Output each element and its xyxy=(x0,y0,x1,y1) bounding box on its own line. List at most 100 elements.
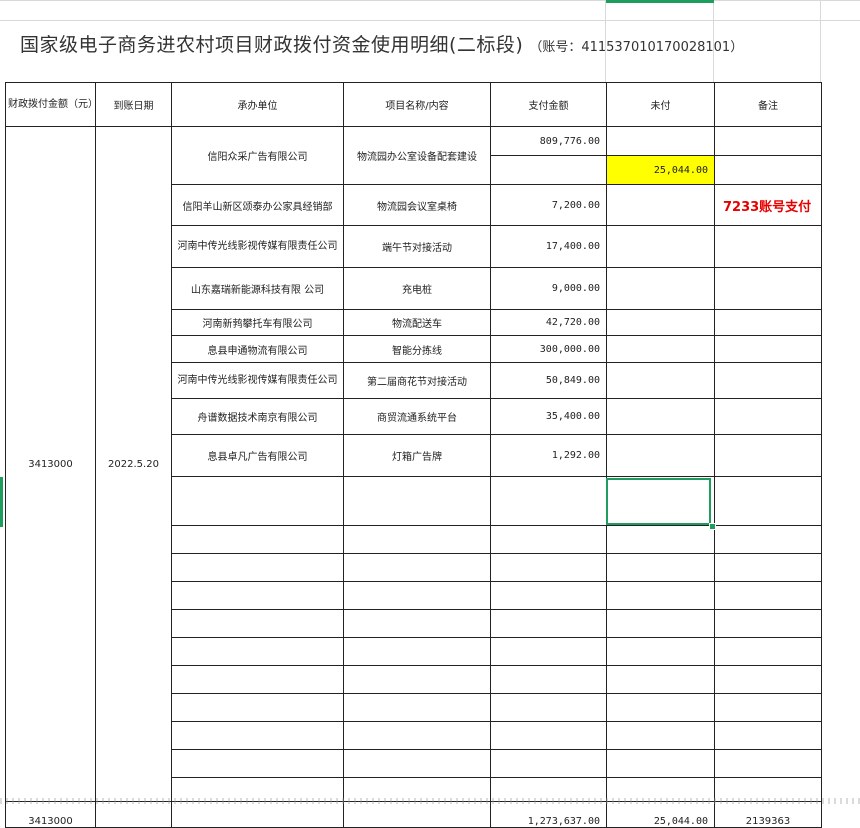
empty-cell[interactable] xyxy=(714,553,822,582)
project-cell[interactable]: 商贸流通系统平台 xyxy=(343,398,491,435)
empty-cell[interactable] xyxy=(490,693,607,722)
header-paid[interactable]: 支付金额 xyxy=(490,82,607,127)
empty-cell[interactable] xyxy=(714,581,822,610)
unit-cell[interactable]: 河南中传光线影视传媒有限责任公司 xyxy=(171,225,344,268)
empty-cell[interactable] xyxy=(606,609,715,638)
empty-cell[interactable] xyxy=(343,581,491,610)
empty-cell[interactable] xyxy=(171,476,344,526)
empty-cell[interactable] xyxy=(606,637,715,666)
project-cell[interactable]: 物流配送车 xyxy=(343,309,491,336)
paid-cell[interactable]: 50,849.00 xyxy=(490,362,607,399)
unit-cell[interactable]: 信阳众采广告有限公司 xyxy=(171,126,344,185)
active-cell-selection[interactable] xyxy=(606,478,711,525)
empty-cell[interactable] xyxy=(714,476,822,526)
empty-cell[interactable] xyxy=(171,721,344,750)
empty-cell[interactable] xyxy=(343,693,491,722)
group-date-cell[interactable]: 2022.5.20 xyxy=(95,126,172,802)
unpaid-cell[interactable] xyxy=(606,398,715,435)
remark-cell[interactable] xyxy=(714,155,822,185)
empty-cell[interactable] xyxy=(490,609,607,638)
unpaid-cell[interactable] xyxy=(606,267,715,310)
paid-cell[interactable]: 300,000.00 xyxy=(490,335,607,363)
paid-cell[interactable]: 809,776.00 xyxy=(490,126,607,156)
total-date-cell[interactable] xyxy=(95,801,172,828)
paid-cell[interactable] xyxy=(490,155,607,185)
empty-cell[interactable] xyxy=(171,553,344,582)
header-funding[interactable]: 财政拨付金额（元） xyxy=(5,82,96,127)
remark-cell[interactable]: 7233账号支付 xyxy=(714,184,822,226)
remark-cell[interactable] xyxy=(714,362,822,399)
project-cell[interactable]: 物流园会议室桌椅 xyxy=(343,184,491,226)
empty-cell[interactable] xyxy=(606,693,715,722)
unpaid-cell[interactable] xyxy=(606,126,715,156)
unit-cell[interactable]: 信阳羊山新区颂泰办公家具经销部 xyxy=(171,184,344,226)
remark-cell[interactable] xyxy=(714,225,822,268)
empty-cell[interactable] xyxy=(606,525,715,554)
header-unit[interactable]: 承办单位 xyxy=(171,82,344,127)
empty-cell[interactable] xyxy=(606,581,715,610)
empty-cell[interactable] xyxy=(343,609,491,638)
empty-cell[interactable] xyxy=(171,609,344,638)
empty-cell[interactable] xyxy=(171,693,344,722)
empty-cell[interactable] xyxy=(714,693,822,722)
empty-cell[interactable] xyxy=(171,749,344,778)
total-paid-cell[interactable]: 1,273,637.00 xyxy=(490,801,607,828)
empty-cell[interactable] xyxy=(606,553,715,582)
empty-cell[interactable] xyxy=(171,581,344,610)
empty-cell[interactable] xyxy=(343,749,491,778)
empty-cell[interactable] xyxy=(343,476,491,526)
empty-cell[interactable] xyxy=(343,553,491,582)
empty-cell[interactable] xyxy=(490,581,607,610)
header-remark[interactable]: 备注 xyxy=(714,82,822,127)
unpaid-cell[interactable] xyxy=(606,335,715,363)
sheet-title[interactable]: 国家级电子商务进农村项目财政拨付资金使用明细(二标段) （账号：411537010… xyxy=(20,30,743,60)
fill-handle[interactable] xyxy=(709,523,716,530)
empty-cell[interactable] xyxy=(343,637,491,666)
group-funding-cell[interactable]: 3413000 xyxy=(5,126,96,802)
remark-cell[interactable] xyxy=(714,126,822,156)
empty-cell[interactable] xyxy=(490,749,607,778)
empty-cell[interactable] xyxy=(171,637,344,666)
remark-cell[interactable] xyxy=(714,434,822,477)
empty-cell[interactable] xyxy=(714,525,822,554)
empty-cell[interactable] xyxy=(490,721,607,750)
paid-cell[interactable]: 42,720.00 xyxy=(490,309,607,336)
unit-cell[interactable]: 河南新鹁攀托车有限公司 xyxy=(171,309,344,336)
project-cell[interactable]: 第二届商花节对接活动 xyxy=(343,362,491,399)
unpaid-cell[interactable] xyxy=(606,362,715,399)
empty-cell[interactable] xyxy=(606,721,715,750)
empty-cell[interactable] xyxy=(606,665,715,694)
unpaid-cell[interactable] xyxy=(606,309,715,336)
unpaid-cell-highlighted[interactable]: 25,044.00 xyxy=(606,155,715,185)
header-unpaid[interactable]: 未付 xyxy=(606,82,715,127)
empty-cell[interactable] xyxy=(490,665,607,694)
unpaid-cell[interactable] xyxy=(606,225,715,268)
remark-cell[interactable] xyxy=(714,309,822,336)
unpaid-cell[interactable] xyxy=(606,434,715,477)
paid-cell[interactable]: 9,000.00 xyxy=(490,267,607,310)
total-remark-cell[interactable]: 2139363 xyxy=(714,801,822,828)
empty-cell[interactable] xyxy=(714,721,822,750)
paid-cell[interactable]: 17,400.00 xyxy=(490,225,607,268)
project-cell[interactable]: 端午节对接活动 xyxy=(343,225,491,268)
empty-cell[interactable] xyxy=(343,721,491,750)
unit-cell[interactable]: 舟谱数据技术南京有限公司 xyxy=(171,398,344,435)
empty-cell[interactable] xyxy=(714,665,822,694)
total-project-cell[interactable] xyxy=(343,801,491,828)
project-cell[interactable]: 智能分拣线 xyxy=(343,335,491,363)
header-project[interactable]: 项目名称/内容 xyxy=(343,82,491,127)
empty-cell[interactable] xyxy=(343,525,491,554)
paid-cell[interactable]: 35,400.00 xyxy=(490,398,607,435)
empty-cell[interactable] xyxy=(343,665,491,694)
empty-cell[interactable] xyxy=(171,665,344,694)
unit-cell[interactable]: 山东嘉瑞新能源科技有限 公司 xyxy=(171,267,344,310)
empty-cell[interactable] xyxy=(171,525,344,554)
empty-cell[interactable] xyxy=(714,749,822,778)
empty-cell[interactable] xyxy=(490,553,607,582)
empty-cell[interactable] xyxy=(714,609,822,638)
empty-cell[interactable] xyxy=(490,525,607,554)
remark-cell[interactable] xyxy=(714,398,822,435)
empty-cell[interactable] xyxy=(606,749,715,778)
header-date[interactable]: 到账日期 xyxy=(95,82,172,127)
project-cell[interactable]: 充电桩 xyxy=(343,267,491,310)
